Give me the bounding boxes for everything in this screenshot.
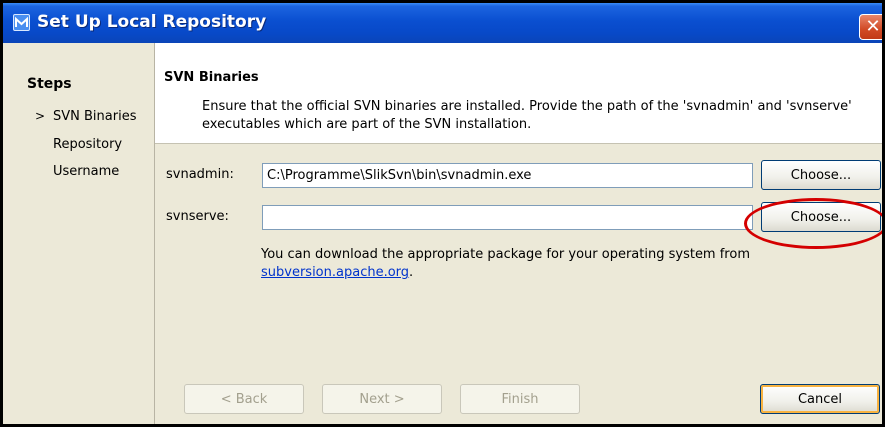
download-hint: You can download the appropriate package… xyxy=(261,246,881,282)
close-button[interactable]: ✕ xyxy=(859,14,882,40)
finish-button[interactable]: Finish xyxy=(460,384,580,414)
app-icon xyxy=(13,14,30,31)
svnadmin-path-input[interactable] xyxy=(262,163,753,188)
panel-title: SVN Binaries xyxy=(164,70,259,85)
panel-description: Ensure that the official SVN binaries ar… xyxy=(202,99,852,132)
back-button[interactable]: < Back xyxy=(184,384,304,414)
svnserve-path-input[interactable] xyxy=(262,205,753,230)
steps-panel: Steps > SVN Binaries Repository Username xyxy=(3,43,155,424)
next-button[interactable]: Next > xyxy=(322,384,442,414)
svnadmin-choose-button[interactable]: Choose... xyxy=(761,160,881,190)
svnserve-label: svnserve: xyxy=(166,209,229,224)
steps-title: Steps xyxy=(27,76,72,92)
step-username: Username xyxy=(53,164,119,179)
download-hint-text: You can download the appropriate package… xyxy=(261,247,750,262)
step-label: Repository xyxy=(53,137,123,152)
download-link[interactable]: subversion.apache.org xyxy=(261,265,409,280)
step-label: Username xyxy=(53,164,120,179)
download-hint-suffix: . xyxy=(409,265,414,280)
dialog-content: Steps > SVN Binaries Repository Username… xyxy=(3,43,882,424)
step-svn-binaries: > SVN Binaries xyxy=(35,109,137,124)
step-label: SVN Binaries xyxy=(53,109,137,124)
close-icon: ✕ xyxy=(865,16,881,37)
current-step-marker-icon: > xyxy=(35,109,46,123)
svnadmin-label: svnadmin: xyxy=(166,167,234,182)
dialog-window: Set Up Local Repository ✕ Steps > SVN Bi… xyxy=(0,0,885,427)
step-repository: Repository xyxy=(53,137,122,152)
cancel-button[interactable]: Cancel xyxy=(760,384,880,414)
window-title: Set Up Local Repository xyxy=(37,12,267,32)
highlight-annotation-oval xyxy=(744,198,882,249)
panel-header: SVN Binaries Ensure that the official SV… xyxy=(155,43,882,144)
title-bar[interactable]: Set Up Local Repository ✕ xyxy=(3,3,882,43)
